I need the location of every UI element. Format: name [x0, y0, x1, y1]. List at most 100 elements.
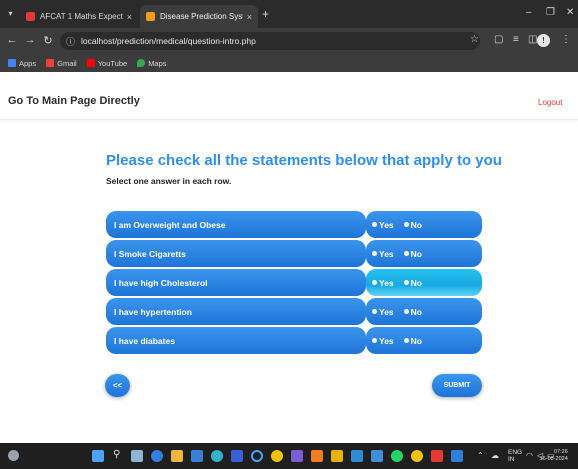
bookmark-maps[interactable]: Maps [137, 58, 167, 68]
weather-icon[interactable] [8, 450, 19, 461]
wifi-icon[interactable]: ◠ [526, 451, 533, 460]
url-bar[interactable]: ⓘ localhost/prediction/medical/question-… [60, 32, 480, 50]
app-icon[interactable] [451, 450, 463, 462]
file-explorer-icon[interactable] [171, 450, 183, 462]
statement-label: I have high Cholesterol [106, 269, 366, 296]
app-icon[interactable] [211, 450, 223, 462]
language-code: ENG [508, 449, 523, 456]
reload-icon[interactable]: ↻ [42, 34, 54, 47]
youtube-favicon-icon [26, 12, 35, 21]
submit-button[interactable]: SUBMIT [432, 374, 482, 397]
youtube-icon [86, 59, 95, 67]
answer-options: Yes No [366, 298, 482, 325]
logout-link[interactable]: Logout [538, 98, 562, 107]
back-arrow-icon[interactable]: ← [6, 34, 18, 46]
site-info-icon[interactable]: ⓘ [66, 35, 75, 48]
app-icon[interactable] [331, 450, 343, 462]
tab-afcat[interactable]: AFCAT 1 Maths Expected Paper × [20, 5, 138, 28]
youtube-icon[interactable] [431, 450, 443, 462]
chrome-icon[interactable] [411, 450, 423, 462]
clock-time: 07:26 [554, 449, 568, 455]
yes-label: Yes [379, 248, 394, 259]
yes-radio[interactable]: Yes [372, 307, 394, 317]
forward-arrow-icon[interactable]: → [24, 34, 36, 46]
question-row: I Smoke Cigaretts Yes No [106, 240, 482, 267]
no-radio[interactable]: No [403, 277, 422, 288]
address-bar-row: ← → ↻ ⓘ localhost/prediction/medical/que… [0, 28, 578, 54]
no-label: No [410, 306, 422, 317]
chrome-icon[interactable] [271, 450, 283, 462]
new-tab-icon[interactable]: + [262, 7, 269, 21]
minimize-icon[interactable]: – [526, 7, 532, 18]
instruction-text: Select one answer in each row. [106, 176, 232, 186]
yes-radio[interactable]: Yes [372, 278, 394, 288]
radio-dot-icon [403, 251, 409, 256]
statement-label: I have diabates [106, 327, 366, 354]
tab-disease-prediction[interactable]: Disease Prediction System × [140, 5, 258, 28]
bookmark-label: Apps [19, 58, 37, 68]
yes-radio[interactable]: Yes [372, 220, 394, 230]
back-button[interactable]: << [105, 374, 130, 397]
answer-options: Yes No [366, 269, 482, 296]
no-radio[interactable]: No [403, 220, 422, 230]
clock-date: 16-08-2024 [539, 456, 568, 462]
bookmark-label: Maps [148, 58, 167, 68]
tab-search-icon[interactable]: ▾ [6, 9, 15, 18]
app-icon[interactable] [351, 450, 363, 462]
question-row: I am Overweight and Obese Yes No [106, 211, 482, 238]
language-indicator[interactable]: ENG IN [508, 449, 522, 463]
question-row: I have diabates Yes No [106, 327, 482, 354]
yes-label: Yes [379, 277, 394, 288]
answer-options: Yes No [366, 211, 482, 238]
bookmark-label: YouTube [97, 58, 128, 68]
yes-radio[interactable]: Yes [372, 249, 394, 259]
cortana-icon[interactable] [251, 450, 263, 462]
menu-kebab-icon[interactable]: ⋮ [561, 34, 571, 45]
radio-dot-icon [403, 280, 409, 285]
profile-avatar-icon[interactable]: ! [537, 34, 550, 47]
windows-start-icon[interactable] [92, 450, 104, 462]
no-label: No [410, 277, 422, 288]
no-label: No [410, 248, 422, 259]
task-view-icon[interactable] [131, 450, 143, 462]
statement-label: I Smoke Cigaretts [106, 240, 366, 267]
main-page-link[interactable]: Go To Main Page Directly [8, 95, 140, 107]
no-radio[interactable]: No [403, 248, 422, 259]
app-icon[interactable] [231, 450, 243, 462]
no-label: No [410, 335, 422, 346]
statement-label: I am Overweight and Obese [106, 211, 366, 238]
no-radio[interactable]: No [403, 335, 422, 346]
answer-options: Yes No [366, 327, 482, 354]
radio-dot-icon [372, 309, 377, 314]
bookmark-gmail[interactable]: Gmail [46, 59, 77, 68]
region-code: IN [508, 456, 515, 463]
bookmark-youtube[interactable]: YouTube [86, 58, 128, 68]
extensions-icon[interactable]: ▢ [494, 34, 503, 45]
store-icon[interactable] [191, 450, 203, 462]
app-icon[interactable] [291, 450, 303, 462]
restore-icon[interactable]: ❐ [546, 7, 555, 18]
close-tab-icon[interactable]: × [127, 12, 132, 22]
close-window-icon[interactable]: ✕ [566, 7, 574, 18]
close-tab-icon[interactable]: × [247, 12, 252, 22]
onedrive-icon[interactable]: ☁ [491, 451, 499, 460]
question-row: I have high Cholesterol Yes No [106, 269, 482, 296]
app-icon[interactable] [311, 450, 323, 462]
yes-radio[interactable]: Yes [372, 336, 394, 346]
radio-dot-icon [403, 338, 409, 343]
bookmark-star-icon[interactable]: ☆ [470, 34, 479, 45]
radio-dot-icon [372, 222, 377, 227]
url-text[interactable]: localhost/prediction/medical/question-in… [81, 36, 256, 46]
edge-icon[interactable] [151, 450, 163, 462]
whatsapp-icon[interactable] [391, 450, 403, 462]
bookmark-apps[interactable]: Apps [8, 59, 36, 68]
no-radio[interactable]: No [403, 306, 422, 317]
reading-list-icon[interactable]: ≡ [513, 34, 519, 45]
screen: ▾ AFCAT 1 Maths Expected Paper × Disease… [0, 0, 578, 469]
search-icon[interactable]: ⚲ [113, 449, 120, 460]
bookmark-label: Gmail [57, 58, 77, 68]
yes-label: Yes [379, 335, 394, 346]
clock[interactable]: 07:26 16-08-2024 [540, 449, 568, 463]
app-icon[interactable] [371, 450, 383, 462]
chevron-up-icon[interactable]: ⌃ [477, 451, 484, 460]
